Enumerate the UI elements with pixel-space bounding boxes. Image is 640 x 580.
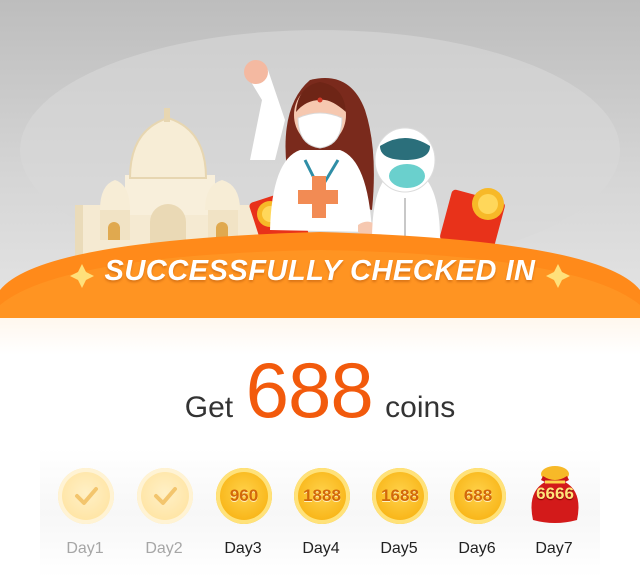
reward-summary: Get 688 coins (0, 345, 640, 436)
checkin-banner-title: SUCCESSFULLY CHECKED IN (104, 255, 536, 287)
checkmark-icon (154, 487, 177, 505)
day-item-5: 1688 Day5 (364, 468, 434, 578)
day-label-5: Day5 (380, 540, 418, 557)
coin-value-5: 1688 (381, 486, 419, 505)
day-item-1: Day1 (50, 468, 120, 578)
day-label-6: Day6 (458, 540, 496, 557)
coin-value-3: 960 (229, 486, 259, 505)
gold-coin-icon: 1888 (294, 468, 350, 524)
day-label-7: Day7 (535, 540, 573, 557)
red-lucky-bag-icon: 6666 (525, 462, 585, 526)
checkin-days-row: Day1 Day2 960 Day3 1888 Day4 1688 Day5 6… (40, 448, 600, 578)
hero-illustration: SUCCESSFULLY CHECKED IN (0, 0, 640, 330)
coin-value-4: 1888 (303, 486, 341, 505)
day-item-6: 688 Day6 (442, 468, 512, 578)
day-label-2: Day2 (145, 540, 183, 557)
reward-suffix: coins (385, 391, 456, 424)
day-label-4: Day4 (302, 540, 340, 557)
day-item-4: 1888 Day4 (286, 468, 356, 578)
reward-prefix: Get (184, 391, 234, 424)
coin-day-1 (58, 468, 114, 524)
gold-coin-icon: 688 (450, 468, 506, 524)
gold-coin-icon: 960 (216, 468, 272, 524)
day-label-1: Day1 (66, 540, 104, 557)
reward-amount: 688 (245, 346, 374, 434)
bag-value-7: 6666 (536, 484, 574, 503)
checkin-dialog: SUCCESSFULLY CHECKED IN Get 688 coins Da… (0, 0, 640, 580)
day-label-3: Day3 (224, 540, 262, 557)
day-item-7: 6666 Day7 (519, 466, 589, 578)
gold-coin-icon: 1688 (372, 468, 428, 524)
coin-day-2 (137, 468, 193, 524)
checkmark-icon (75, 487, 98, 505)
coin-value-6: 688 (463, 486, 493, 505)
day-item-3: 960 Day3 (208, 468, 278, 578)
day-item-2: Day2 (129, 468, 199, 578)
